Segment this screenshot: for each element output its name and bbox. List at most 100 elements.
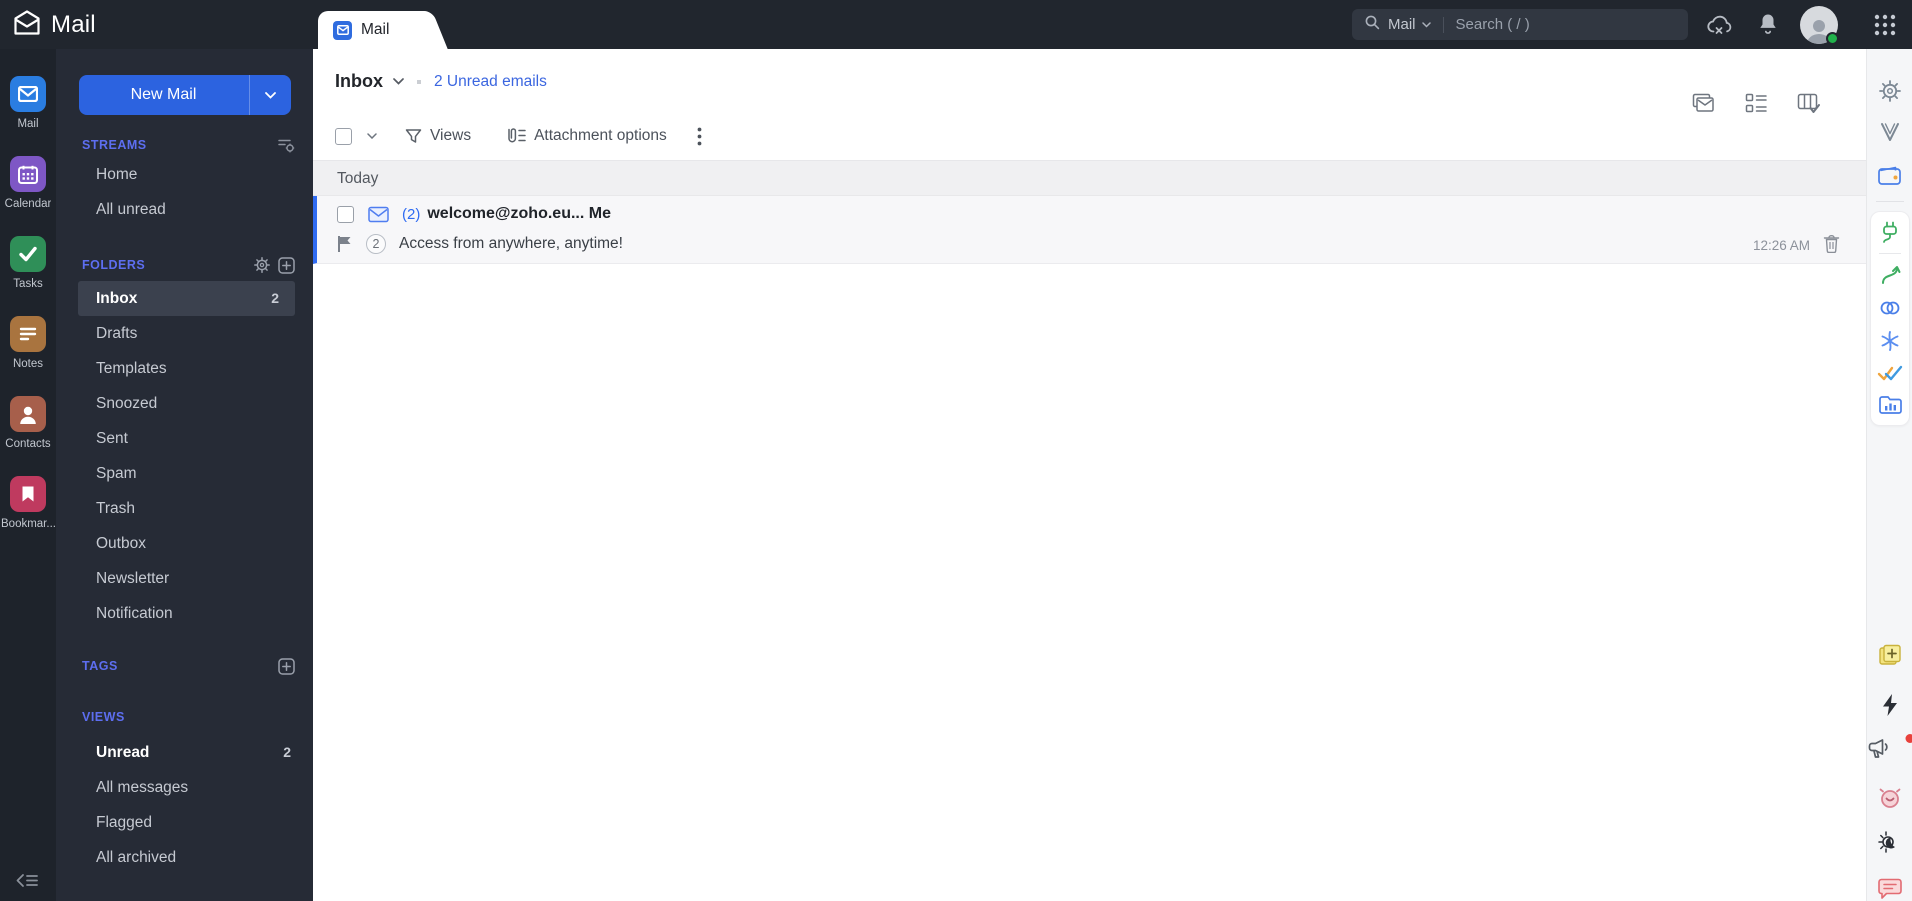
folder-item-spam[interactable]: Spam	[56, 456, 313, 491]
folder-chart-icon[interactable]	[1878, 393, 1903, 415]
unread-envelope-icon	[368, 206, 389, 223]
add-sticky-note-icon[interactable]	[1877, 643, 1903, 669]
folder-dropdown-icon[interactable]	[393, 78, 404, 85]
ewidget-rail	[1866, 49, 1912, 901]
green-curve-arrow-icon[interactable]	[1878, 263, 1902, 287]
contacts-app-icon	[10, 396, 46, 432]
stream-label: Home	[96, 166, 138, 183]
offline-cloud-icon[interactable]	[1700, 0, 1740, 49]
tab-mail[interactable]: Mail	[318, 11, 424, 49]
select-all-checkbox[interactable]	[335, 127, 352, 145]
card-divider	[1879, 253, 1901, 254]
chevron-down-icon	[1421, 21, 1431, 28]
wallet-widget-icon[interactable]	[1877, 165, 1902, 187]
rail-item-calendar[interactable]: Calendar	[0, 156, 56, 210]
folder-item-snoozed[interactable]: Snoozed	[56, 386, 313, 421]
mail-tab-icon	[333, 20, 352, 40]
knot-asterisk-icon[interactable]	[1878, 329, 1902, 353]
email-checkbox[interactable]	[337, 205, 354, 223]
rail-label: Mail	[17, 118, 39, 130]
dark-mode-toggle-icon[interactable]	[1877, 830, 1903, 854]
search-divider	[1442, 16, 1444, 33]
more-options-kebab-icon[interactable]	[697, 127, 702, 146]
search-bar[interactable]: Mail	[1352, 9, 1688, 40]
rail-item-contacts[interactable]: Contacts	[0, 396, 56, 450]
attachment-icon	[508, 128, 526, 143]
folder-item-inbox[interactable]: Inbox 2	[78, 281, 295, 316]
reminder-alarm-clock-icon[interactable]	[1877, 785, 1903, 811]
rail-label: Notes	[12, 358, 44, 370]
double-check-icon[interactable]	[1877, 362, 1903, 384]
linked-circles-icon[interactable]	[1878, 296, 1902, 320]
new-mail-dropdown[interactable]	[248, 75, 291, 115]
views-filter-button[interactable]: Views	[405, 127, 471, 145]
folder-item-outbox[interactable]: Outbox	[56, 526, 313, 561]
lightning-bolt-icon[interactable]	[1880, 693, 1900, 717]
rail-item-tasks[interactable]: Tasks	[0, 236, 56, 290]
mail-view-icon[interactable]	[1692, 93, 1715, 114]
folder-item-templates[interactable]: Templates	[56, 351, 313, 386]
view-item-flagged[interactable]: Flagged	[56, 805, 313, 840]
add-tag-icon[interactable]	[278, 657, 295, 675]
rail-item-bookmarks[interactable]: Bookmar...	[0, 476, 56, 530]
unread-emails-link[interactable]: 2 Unread emails	[434, 73, 547, 91]
settings-gear-icon[interactable]	[1878, 79, 1902, 103]
plug-integration-icon[interactable]	[1878, 220, 1902, 244]
announcements-megaphone-icon[interactable]	[1867, 734, 1912, 760]
rail-item-mail[interactable]: Mail	[0, 76, 56, 130]
list-title-row: Inbox 2 Unread emails	[335, 71, 547, 92]
select-dropdown-icon[interactable]	[367, 133, 377, 139]
folder-item-sent[interactable]: Sent	[56, 421, 313, 456]
feedback-chat-icon[interactable]	[1877, 877, 1902, 900]
rail-item-notes[interactable]: Notes	[0, 316, 56, 370]
stream-item-all-unread[interactable]: All unread	[56, 192, 313, 227]
email-subject: Access from anywhere, anytime!	[399, 235, 623, 252]
tags-section-header: TAGS	[56, 654, 313, 678]
search-icon	[1364, 14, 1380, 35]
folder-item-drafts[interactable]: Drafts	[56, 316, 313, 351]
brand: Mail	[12, 0, 96, 49]
folder-label: Snoozed	[96, 395, 158, 412]
stream-item-home[interactable]: Home	[56, 157, 313, 192]
email-row-line1: (2) welcome@zoho.eu... Me	[337, 205, 611, 223]
email-time: 12:26 AM	[1752, 238, 1810, 253]
search-input[interactable]	[1455, 16, 1676, 33]
folder-label: Spam	[96, 465, 137, 482]
collapse-sidebar-icon[interactable]	[15, 872, 39, 894]
views-section-header: VIEWS	[56, 705, 313, 729]
folder-item-trash[interactable]: Trash	[56, 491, 313, 526]
notifications-bell-icon[interactable]	[1751, 0, 1785, 49]
rail-label: Tasks	[13, 278, 43, 290]
flag-icon[interactable]	[337, 235, 352, 253]
streams-settings-icon[interactable]	[278, 138, 295, 153]
user-avatar[interactable]	[1800, 6, 1839, 45]
zoho-mail-logo-icon	[12, 9, 42, 41]
delete-email-icon[interactable]	[1823, 234, 1840, 253]
stream-label: All unread	[96, 201, 166, 218]
new-mail-label: New Mail	[130, 86, 197, 103]
column-view-icon[interactable]	[1797, 93, 1820, 114]
list-view-icon[interactable]	[1745, 93, 1767, 114]
mail-sidebar: New Mail STREAMS Home All unread FOLDERS	[56, 49, 313, 901]
zoho-v-clip-icon[interactable]	[1878, 121, 1902, 143]
view-item-all-messages[interactable]: All messages	[56, 770, 313, 805]
add-folder-icon[interactable]	[278, 256, 295, 274]
bookmarks-app-icon	[10, 476, 46, 512]
attachment-options-button[interactable]: Attachment options	[502, 127, 667, 145]
search-scope-dropdown[interactable]: Mail	[1388, 16, 1431, 33]
tasks-app-icon	[10, 236, 46, 272]
apps-grid-icon[interactable]	[1868, 0, 1902, 49]
folders-settings-gear-icon[interactable]	[254, 257, 270, 273]
folder-item-newsletter[interactable]: Newsletter	[56, 561, 313, 596]
views-title: VIEWS	[82, 710, 125, 724]
view-item-unread[interactable]: Unread 2	[56, 735, 313, 770]
view-item-all-archived[interactable]: All archived	[56, 840, 313, 875]
email-row[interactable]: (2) welcome@zoho.eu... Me 2 Access from …	[313, 196, 1866, 264]
view-label: All messages	[96, 779, 189, 796]
folder-label: Trash	[96, 500, 136, 517]
new-mail-button[interactable]: New Mail	[78, 75, 291, 115]
folders-title: FOLDERS	[82, 258, 146, 272]
attachment-options-label: Attachment options	[534, 127, 667, 144]
folder-item-notification[interactable]: Notification	[56, 596, 313, 631]
app-title: Mail	[51, 10, 96, 38]
